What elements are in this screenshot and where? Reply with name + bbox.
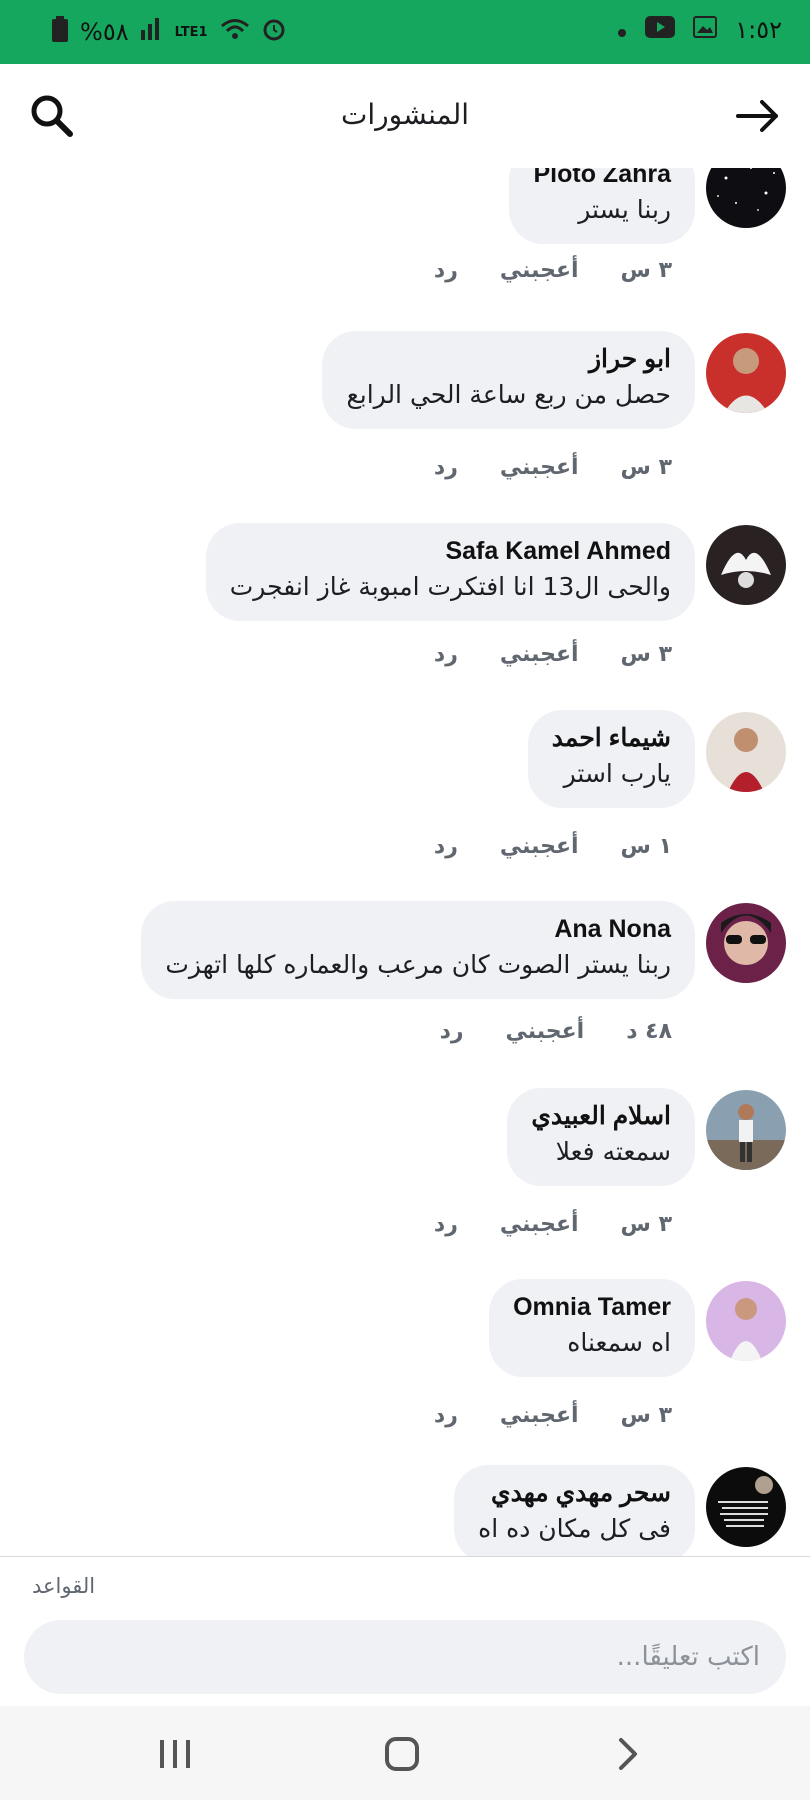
comment-time: ٣ س [620,642,672,667]
comment-text: اه سمعناه [567,1328,671,1357]
back-arrow-icon[interactable] [734,92,782,140]
reply-button[interactable]: رد [434,1212,458,1237]
footer-divider [0,1556,810,1557]
comment-actions: ١ س أعجبني رد [434,834,672,859]
comment-author[interactable]: شيماء احمد [552,722,671,754]
comment-bubble[interactable]: شيماء احمد يارب استر [527,710,695,808]
comment-time: ١ س [620,834,672,859]
signal-icon [140,18,163,46]
reply-button[interactable]: رد [434,455,458,480]
notification-dot-icon [617,16,627,44]
comments-list[interactable]: Ploto Zahra ربنا يستر ٣ س أعجبني رد ابو … [0,168,810,1556]
comment-author[interactable]: Ana Nona [165,913,671,945]
comment-time: ٣ س [620,455,672,480]
comment-text: يارب استر [563,759,671,788]
comment-author[interactable]: Safa Kamel Ahmed [230,535,671,567]
comment-text: ربنا يستر [578,195,671,224]
status-left: %٥٨ LTE1 [52,16,286,48]
comment-text: ربنا يستر الصوت كان مرعب والعماره كلها ا… [165,950,671,979]
battery-icon [52,16,68,48]
page-title: المنشورات [340,98,470,131]
comment-time: ٣ س [620,258,672,283]
comment-actions: ٣ س أعجبني رد [434,1403,672,1428]
reply-button[interactable]: رد [434,1403,458,1428]
comment-time: ٣ س [620,1212,672,1237]
rules-link[interactable]: القواعد [32,1574,95,1598]
comment-author[interactable]: Omnia Tamer [513,1291,671,1323]
like-button[interactable]: أعجبني [500,642,579,667]
status-bar: %٥٨ LTE1 ١:٥٢ [0,0,810,64]
avatar[interactable] [706,903,786,983]
comment-bubble[interactable]: اسلام العبيدي سمعته فعلا [507,1088,695,1186]
comment-author[interactable]: سحر مهدي مهدي [478,1477,671,1509]
avatar[interactable] [706,168,786,228]
comment-actions: ٣ س أعجبني رد [434,642,672,667]
comment-actions: ٣ س أعجبني رد [434,258,672,283]
network-type: LTE1 [174,24,208,40]
comment-time: ٣ س [620,1403,672,1428]
comment-author[interactable]: اسلام العبيدي [531,1100,671,1132]
avatar[interactable] [706,712,786,792]
reply-button[interactable]: رد [434,642,458,667]
like-button[interactable]: أعجبني [500,834,579,859]
avatar[interactable] [706,525,786,605]
like-button[interactable]: أعجبني [500,1212,579,1237]
reply-button[interactable]: رد [434,834,458,859]
comment-author[interactable]: Ploto Zahra [533,168,671,190]
comment-text: سمعته فعلا [555,1137,671,1166]
comment-time: ٤٨ د [626,1019,672,1044]
comment-bubble[interactable]: Ploto Zahra ربنا يستر [509,168,695,244]
comment-bubble[interactable]: Safa Kamel Ahmed والحى ال13 انا افتكرت ا… [205,523,695,621]
wifi-icon [220,18,250,46]
avatar[interactable] [706,333,786,413]
comment-text: فى كل مكان ده اه [478,1514,671,1543]
comment-actions: ٣ س أعجبني رد [434,1212,672,1237]
home-icon[interactable] [372,1728,432,1780]
comment-bubble[interactable]: سحر مهدي مهدي فى كل مكان ده اه [454,1465,695,1556]
like-button[interactable]: أعجبني [506,1019,585,1044]
gallery-icon [693,16,718,44]
clock: ١:٥٢ [735,16,782,44]
like-button[interactable]: أعجبني [500,455,579,480]
youtube-icon [645,16,676,44]
comment-author[interactable]: ابو حراز [346,343,671,375]
back-nav-icon[interactable] [598,1728,658,1780]
reply-button[interactable]: رد [440,1019,464,1044]
app-header: المنشورات [0,64,810,168]
recent-apps-icon[interactable] [145,1728,205,1780]
like-button[interactable]: أعجبني [500,258,579,283]
status-right: ١:٥٢ [617,16,782,44]
comment-text: حصل من ربع ساعة الحي الرابع [346,380,671,409]
reply-button[interactable]: رد [434,258,458,283]
avatar[interactable] [706,1090,786,1170]
comment-actions: ٣ س أعجبني رد [434,455,672,480]
like-button[interactable]: أعجبني [500,1403,579,1428]
comment-bubble[interactable]: Omnia Tamer اه سمعناه [489,1279,695,1377]
battery-level: %٥٨ [80,18,129,46]
avatar[interactable] [706,1467,786,1547]
system-nav-bar [0,1706,810,1800]
avatar[interactable] [706,1281,786,1361]
comment-input[interactable] [24,1620,786,1694]
comment-bubble[interactable]: ابو حراز حصل من ربع ساعة الحي الرابع [322,331,695,429]
comment-bubble[interactable]: Ana Nona ربنا يستر الصوت كان مرعب والعما… [141,901,695,999]
alarm-icon [262,17,286,47]
comment-text: والحى ال13 انا افتكرت امبوبة غاز انفجرت [229,572,671,601]
comment-actions: ٤٨ د أعجبني رد [440,1019,672,1044]
